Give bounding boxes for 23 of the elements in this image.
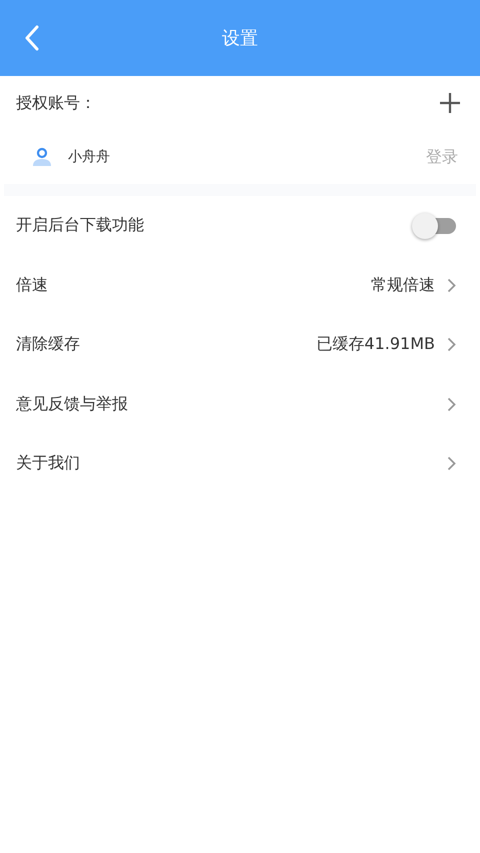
setting-label: 关于我们 <box>16 453 81 474</box>
setting-value: 常规倍速 <box>371 274 435 296</box>
user-icon <box>32 147 52 167</box>
toggle-switch[interactable] <box>412 212 456 240</box>
settings-row[interactable]: 关于我们 <box>0 434 480 494</box>
settings-row[interactable]: 清除缓存 已缓存41.91MB <box>0 315 480 374</box>
chevron-icon <box>447 396 456 412</box>
setting-value: 已缓存41.91MB <box>316 334 435 356</box>
account-name: 小舟舟 <box>68 148 111 166</box>
settings-row[interactable]: 倍速 常规倍速 <box>0 256 480 315</box>
settings-row[interactable]: 开启后台下载功能 <box>0 196 480 256</box>
chevron-icon <box>447 456 456 472</box>
setting-label: 开启后台下载功能 <box>16 215 145 236</box>
setting-label: 意见反馈与举报 <box>16 394 129 415</box>
chevron-icon <box>447 337 456 352</box>
add-icon[interactable] <box>440 93 460 113</box>
chevron-icon <box>447 278 456 293</box>
back-icon[interactable] <box>24 25 40 51</box>
page-title: 设置 <box>222 27 258 50</box>
settings-row[interactable]: 意见反馈与举报 <box>0 374 480 434</box>
setting-label: 倍速 <box>16 274 49 296</box>
section-label: 授权账号： <box>16 92 96 114</box>
setting-label: 清除缓存 <box>16 334 81 356</box>
